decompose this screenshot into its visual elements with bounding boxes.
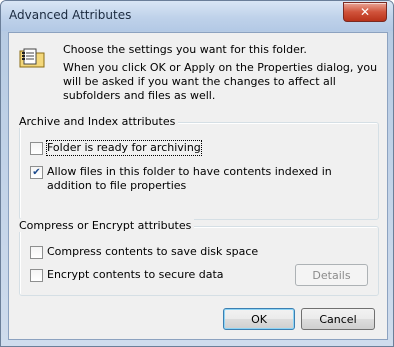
dialog-body: Choose the settings you want for this fo…: [8, 32, 388, 340]
allow-index-checkbox[interactable]: ✔: [30, 166, 43, 179]
archive-index-legend: Archive and Index attributes: [16, 115, 179, 128]
encrypt-checkbox[interactable]: [30, 269, 43, 282]
allow-index-label[interactable]: Allow files in this folder to have conte…: [47, 165, 366, 193]
intro-text: Choose the settings you want for this fo…: [63, 43, 379, 107]
close-button[interactable]: ✕: [343, 2, 387, 22]
allow-index-row[interactable]: ✔ Allow files in this folder to have con…: [30, 165, 366, 193]
encrypt-row[interactable]: Encrypt contents to secure data: [30, 268, 224, 282]
window-title: Advanced Attributes: [9, 8, 132, 22]
advanced-attributes-dialog: Advanced Attributes ✕ Choose the setting…: [0, 0, 394, 347]
cancel-button[interactable]: Cancel: [301, 308, 375, 330]
compress-label[interactable]: Compress contents to save disk space: [47, 245, 258, 259]
folder-ready-label[interactable]: Folder is ready for archiving: [46, 140, 202, 156]
title-bar[interactable]: Advanced Attributes ✕: [1, 1, 393, 31]
encrypt-label[interactable]: Encrypt contents to secure data: [47, 268, 224, 282]
details-button[interactable]: Details: [295, 264, 368, 286]
compress-encrypt-legend: Compress or Encrypt attributes: [16, 219, 195, 232]
intro-line-2: When you click OK or Apply on the Proper…: [63, 61, 378, 102]
folder-ready-checkbox[interactable]: [30, 142, 43, 155]
close-icon: ✕: [359, 5, 371, 19]
compress-checkbox[interactable]: [30, 246, 43, 259]
compress-encrypt-group: Compress or Encrypt attributes Compress …: [16, 219, 379, 296]
intro-line-1: Choose the settings you want for this fo…: [63, 43, 307, 56]
compress-row[interactable]: Compress contents to save disk space: [30, 245, 258, 259]
folder-ready-row[interactable]: Folder is ready for archiving: [30, 140, 202, 156]
check-icon: ✔: [32, 166, 41, 178]
folder-settings-icon: [19, 48, 45, 68]
ok-button[interactable]: OK: [223, 308, 295, 330]
archive-index-group: Archive and Index attributes Folder is r…: [16, 115, 379, 220]
